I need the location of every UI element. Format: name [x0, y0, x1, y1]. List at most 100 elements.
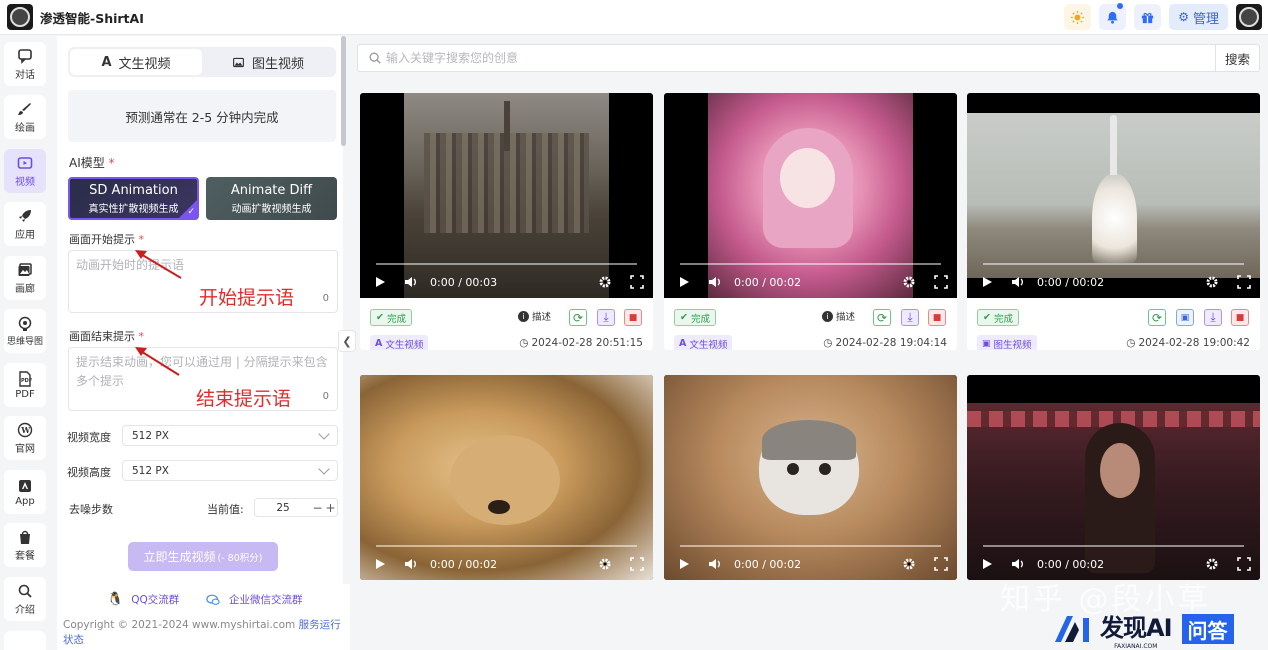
- model-name: SD Animation: [89, 182, 178, 198]
- video-progress-bar[interactable]: [983, 545, 1244, 547]
- play-button[interactable]: [360, 557, 400, 571]
- increment-button[interactable]: +: [324, 501, 337, 515]
- sidebar-item-about[interactable]: 介绍: [4, 577, 46, 621]
- collapse-panel-button[interactable]: ❮: [338, 330, 356, 352]
- video-player[interactable]: 0:00 / 00:02: [360, 375, 653, 580]
- download-button[interactable]: ⤓: [901, 309, 919, 326]
- describe-button[interactable]: i 描述: [822, 309, 855, 323]
- start-prompt-label: 画面开始提示 *: [69, 233, 144, 246]
- width-select[interactable]: 512 PX: [122, 425, 338, 446]
- video-progress-bar[interactable]: [376, 545, 637, 547]
- model-option-animate-diff[interactable]: Animate Diff 动画扩散视频生成: [206, 177, 337, 220]
- settings-button[interactable]: [589, 557, 621, 571]
- decrement-button[interactable]: −: [311, 501, 324, 515]
- delete-button[interactable]: ■: [624, 309, 642, 326]
- search-input[interactable]: [382, 45, 1215, 71]
- text-icon: A: [375, 338, 383, 349]
- sidebar-item-more[interactable]: [4, 631, 46, 650]
- regenerate-button[interactable]: ⟳: [1148, 309, 1166, 326]
- app-logo[interactable]: [7, 4, 33, 30]
- search-button[interactable]: 搜索: [1215, 45, 1259, 71]
- panel-scrollbar[interactable]: [341, 36, 346, 146]
- faxianai-brand: 发现AI FAXIANAI.COM 问答: [1052, 608, 1234, 650]
- tab-text-to-video[interactable]: A 文生视频: [70, 49, 202, 75]
- steps-stepper[interactable]: 25 − +: [254, 498, 338, 517]
- play-button[interactable]: [664, 275, 704, 289]
- video-progress-bar[interactable]: [680, 545, 941, 547]
- play-button[interactable]: [664, 557, 704, 571]
- play-button[interactable]: [967, 557, 1007, 571]
- video-thumbnail: [360, 375, 653, 580]
- sun-icon: [1071, 10, 1085, 24]
- describe-button[interactable]: i 描述: [518, 309, 551, 323]
- generate-video-button[interactable]: 立即生成视频 (- 80积分): [128, 542, 278, 571]
- type-badge: ▣ 图生视频: [977, 335, 1037, 350]
- sidebar-item-pdf[interactable]: PDF PDF: [4, 363, 46, 407]
- wechat-group-link[interactable]: 企业微信交流群: [205, 592, 303, 607]
- mute-button[interactable]: [1007, 275, 1029, 289]
- regenerate-button[interactable]: ⟳: [873, 309, 891, 326]
- play-button[interactable]: [967, 275, 1007, 289]
- mute-button[interactable]: [400, 275, 422, 289]
- fullscreen-button[interactable]: [1228, 557, 1260, 571]
- mute-button[interactable]: [704, 275, 726, 289]
- trash-icon: ■: [1235, 312, 1245, 323]
- gear-icon: [599, 276, 611, 288]
- video-progress-bar[interactable]: [376, 263, 637, 265]
- sidebar-item-app[interactable]: App: [4, 470, 46, 514]
- sidebar-item-website[interactable]: W 官网: [4, 416, 46, 460]
- video-player[interactable]: 0:00 / 00:03: [360, 93, 653, 298]
- video-player[interactable]: 0:00 / 00:02: [967, 375, 1260, 580]
- sidebar-item-plans[interactable]: 套餐: [4, 523, 46, 567]
- fullscreen-button[interactable]: [621, 557, 653, 571]
- fullscreen-button[interactable]: [925, 557, 957, 571]
- view-image-button[interactable]: ▣: [1176, 309, 1194, 326]
- mute-button[interactable]: [1007, 557, 1029, 571]
- sidebar-item-video[interactable]: 视频: [4, 149, 46, 193]
- sidebar-item-gallery[interactable]: 画廊: [4, 256, 46, 300]
- video-icon: [17, 156, 33, 169]
- download-button[interactable]: ⤓: [597, 309, 615, 326]
- delete-button[interactable]: ■: [1231, 309, 1249, 326]
- sidebar: 对话 绘画 视频 应用 画廊 思维导图 PDF PDF W 官网 App 套餐 …: [0, 36, 50, 650]
- user-avatar[interactable]: [1236, 4, 1262, 30]
- height-select[interactable]: 512 PX: [122, 460, 338, 481]
- play-button[interactable]: [360, 275, 400, 289]
- video-progress-bar[interactable]: [680, 263, 941, 265]
- sidebar-item-apps[interactable]: 应用: [4, 202, 46, 246]
- video-player[interactable]: 0:00 / 00:02: [967, 93, 1260, 298]
- tab-image-to-video[interactable]: 图生视频: [202, 49, 334, 75]
- sidebar-item-chat[interactable]: 对话: [4, 42, 46, 86]
- settings-button[interactable]: [1196, 275, 1228, 289]
- mute-button[interactable]: [704, 557, 726, 571]
- theme-toggle-button[interactable]: [1064, 4, 1092, 30]
- gift-button[interactable]: [1134, 4, 1162, 30]
- notifications-button[interactable]: [1099, 3, 1127, 30]
- regenerate-button[interactable]: ⟳: [569, 309, 587, 326]
- delete-button[interactable]: ■: [928, 309, 946, 326]
- fullscreen-icon: [630, 557, 644, 571]
- video-progress-bar[interactable]: [983, 263, 1244, 265]
- search-bar: 搜索: [357, 44, 1260, 72]
- mute-button[interactable]: [400, 557, 422, 571]
- model-option-sd-animation[interactable]: SD Animation 真实性扩散视频生成 ✓: [68, 177, 199, 220]
- fullscreen-button[interactable]: [1228, 275, 1260, 289]
- manage-button[interactable]: ⚙ 管理: [1169, 4, 1228, 30]
- video-player[interactable]: 0:00 / 00:02: [664, 93, 957, 298]
- fullscreen-button[interactable]: [925, 275, 957, 289]
- download-button[interactable]: ⤓: [1204, 309, 1222, 326]
- sidebar-item-draw[interactable]: 绘画: [4, 95, 46, 139]
- settings-button[interactable]: [893, 275, 925, 289]
- settings-button[interactable]: [893, 557, 925, 571]
- settings-button[interactable]: [1196, 557, 1228, 571]
- fullscreen-icon: [630, 275, 644, 289]
- steps-value[interactable]: 25: [255, 502, 311, 514]
- video-time: 0:00 / 00:03: [430, 275, 498, 289]
- qq-group-label: QQ交流群: [131, 594, 180, 606]
- qq-group-link[interactable]: 🐧 QQ交流群: [107, 592, 179, 607]
- video-player[interactable]: 0:00 / 00:02: [664, 375, 957, 580]
- settings-button[interactable]: [589, 275, 621, 289]
- fullscreen-button[interactable]: [621, 275, 653, 289]
- sidebar-item-mindmap[interactable]: 思维导图: [4, 309, 46, 353]
- video-time: 0:00 / 00:02: [734, 275, 802, 289]
